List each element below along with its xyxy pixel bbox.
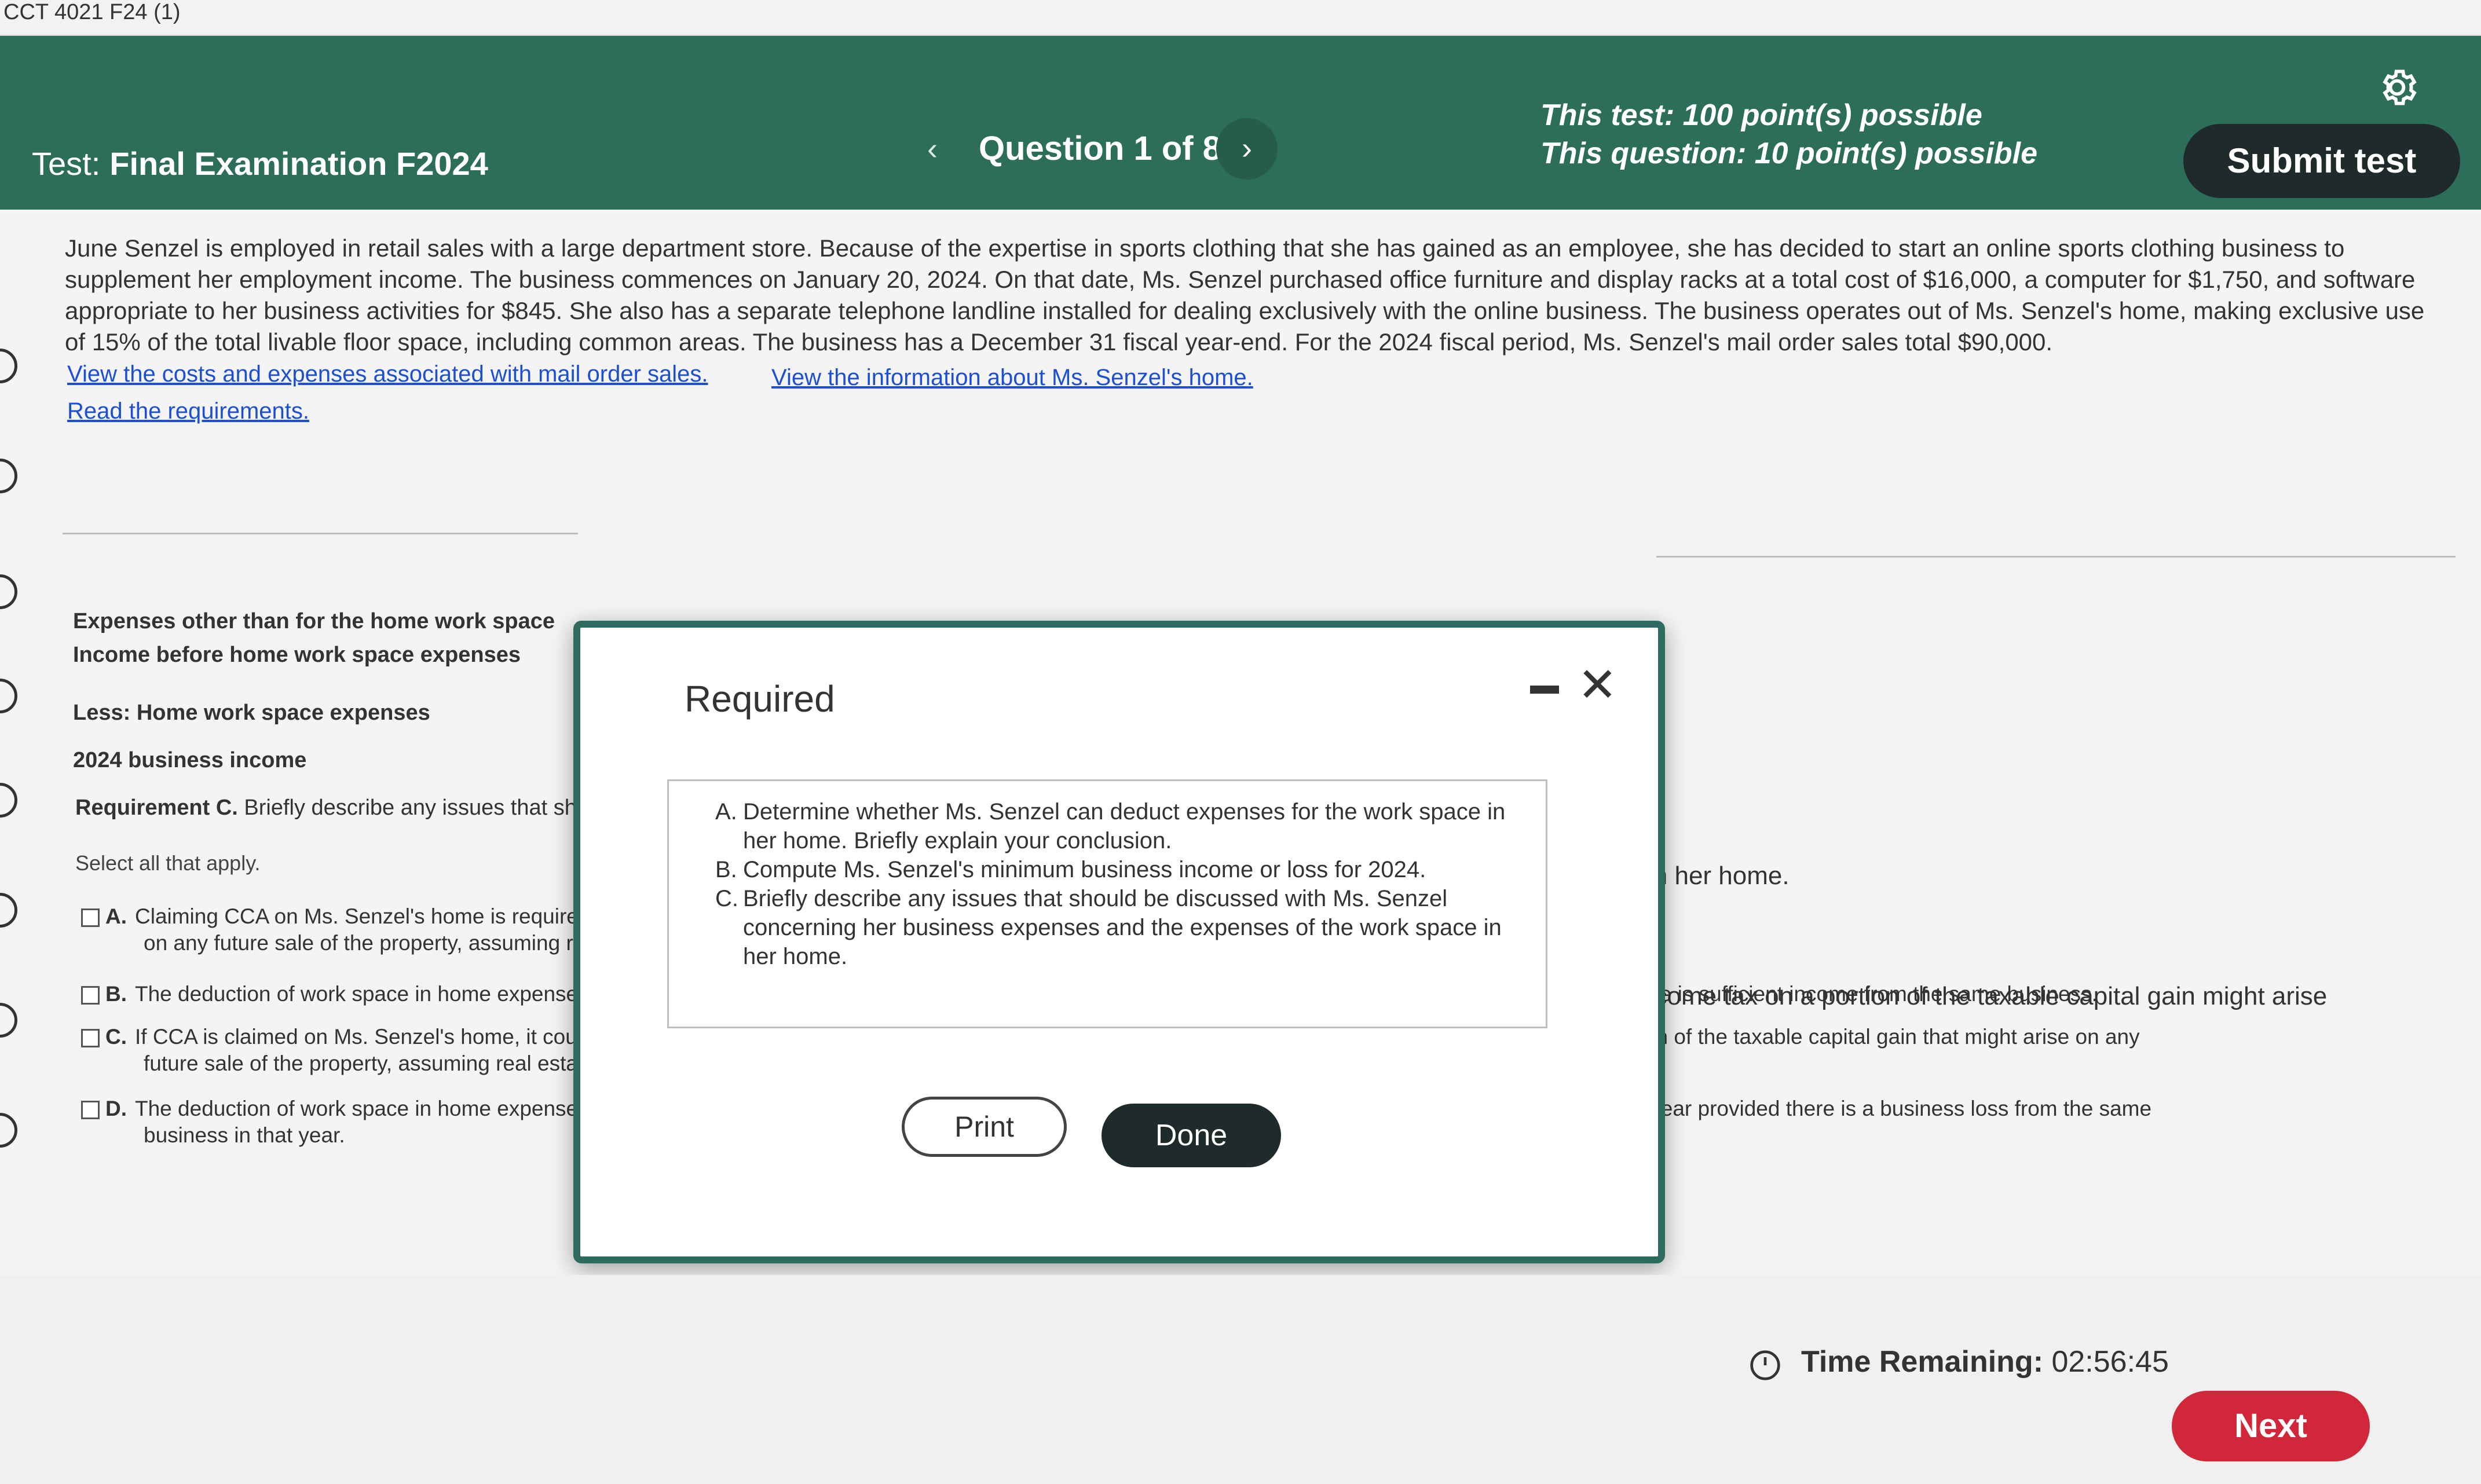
nav-dot[interactable] xyxy=(0,1113,17,1148)
tab-title[interactable]: CCT 4021 F24 (1) xyxy=(3,0,181,25)
print-button[interactable]: Print xyxy=(902,1097,1067,1157)
nav-dot[interactable] xyxy=(0,349,17,383)
income-row-expenses: Expenses other than for the home work sp… xyxy=(73,609,555,633)
next-button[interactable]: Next xyxy=(2172,1391,2370,1461)
nav-dot[interactable] xyxy=(0,679,17,713)
time-remaining-label: Time Remaining: xyxy=(1801,1345,2044,1379)
submit-test-button[interactable]: Submit test xyxy=(2183,124,2460,198)
next-question-button[interactable]: › xyxy=(1216,118,1278,179)
question-content: June Senzel is employed in retail sales … xyxy=(0,210,2481,1275)
checkbox[interactable] xyxy=(81,986,100,1005)
checkbox[interactable] xyxy=(81,1029,100,1048)
option-a[interactable]: A. Claiming CCA on Ms. Senzel's home is r… xyxy=(81,903,585,957)
income-row-business-income: 2024 business income xyxy=(73,748,307,772)
costs-expenses-link[interactable]: View the costs and expenses associated w… xyxy=(67,361,708,387)
nav-dot[interactable] xyxy=(0,459,17,493)
requirement-c-prefix: Requirement C. xyxy=(75,796,238,820)
time-remaining-value: 02:56:45 xyxy=(2051,1345,2169,1379)
checkbox[interactable] xyxy=(81,908,100,928)
requirements-list: A. Determine whether Ms. Senzel can deduc… xyxy=(667,779,1547,1028)
question-points: This question: 10 point(s) possible xyxy=(1540,137,2038,170)
points-info: This test: 100 point(s) possible This qu… xyxy=(1540,96,2037,173)
chevron-left-icon: ‹ xyxy=(927,131,938,166)
divider xyxy=(63,533,578,534)
problem-statement: June Senzel is employed in retail sales … xyxy=(65,234,2425,356)
gear-icon[interactable] xyxy=(2374,65,2420,110)
footer-bar: Time Remaining: 02:56:45 Next xyxy=(0,1275,2481,1484)
requirements-dialog: Required ✕ A. Determine whether Ms. Senze… xyxy=(573,621,1665,1263)
nav-dot[interactable] xyxy=(0,893,17,928)
income-row-less: Less: Home work space expenses xyxy=(73,701,430,725)
close-icon[interactable]: ✕ xyxy=(1578,659,1618,712)
obscured-text-fragment: ncome tax on a portion of the taxable ca… xyxy=(1640,982,2328,1010)
minimize-icon[interactable] xyxy=(1530,686,1559,694)
browser-tab-strip: CCT 4021 F24 (1) xyxy=(0,0,2481,36)
chevron-right-icon: › xyxy=(1242,131,1252,166)
nav-dot[interactable] xyxy=(0,1003,17,1038)
question-selector[interactable]: Question 1 of 8 xyxy=(979,129,1221,169)
requirement-item: B. Compute Ms. Senzel's minimum business … xyxy=(715,857,1426,882)
home-info-link[interactable]: View the information about Ms. Senzel's … xyxy=(771,365,1253,391)
income-row-before: Income before home work space expenses xyxy=(73,643,521,667)
nav-dot[interactable] xyxy=(0,574,17,609)
test-title: Test: Final Examination F2024 xyxy=(32,145,488,182)
requirement-c-prompt: Requirement C. Briefly describe any issu… xyxy=(75,796,606,820)
clock-icon xyxy=(1750,1350,1780,1380)
done-button[interactable]: Done xyxy=(1102,1104,1281,1167)
previous-question-button[interactable]: ‹ xyxy=(912,129,953,169)
nav-dot[interactable] xyxy=(0,783,17,818)
test-prefix: Test: xyxy=(32,145,101,182)
requirements-link[interactable]: Read the requirements. xyxy=(67,398,309,424)
checkbox[interactable] xyxy=(81,1101,100,1120)
requirement-item: C. Briefly describe any issues that shoul… xyxy=(715,886,1502,969)
divider xyxy=(1656,556,2456,558)
dialog-title: Required xyxy=(685,678,835,720)
obscured-text-fragment: in her home. xyxy=(1648,862,1790,890)
requirement-c-text: Briefly describe any issues that shoul xyxy=(244,796,606,820)
select-all-instruction: Select all that apply. xyxy=(75,851,261,875)
requirement-item: A. Determine whether Ms. Senzel can deduc… xyxy=(715,799,1506,853)
test-header: Test: Final Examination F2024 ‹ Question … xyxy=(0,36,2481,210)
test-points: This test: 100 point(s) possible xyxy=(1540,98,1982,132)
time-remaining: Time Remaining: 02:56:45 xyxy=(1801,1344,2169,1379)
test-name: Final Examination F2024 xyxy=(109,145,488,182)
